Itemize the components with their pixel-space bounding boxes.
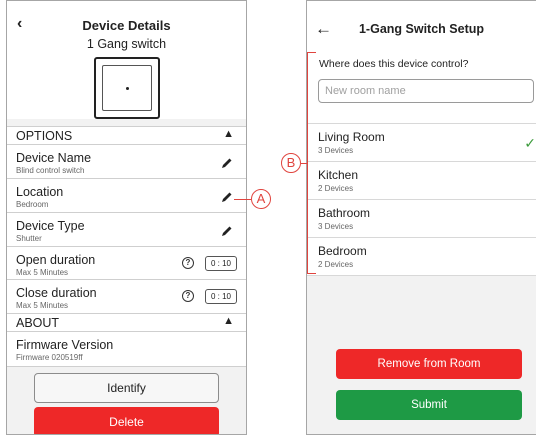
firmware-value: Firmware 020519ff [16, 353, 83, 362]
device-type-row[interactable]: Device Type Shutter [7, 212, 246, 246]
chevron-up-icon[interactable]: ▲ [223, 128, 234, 140]
location-value: Bedroom [16, 200, 49, 209]
room-name: Kitchen [318, 168, 359, 182]
new-room-name-input[interactable] [318, 79, 534, 103]
room-item-bedroom[interactable]: Bedroom 2 Devices [307, 237, 536, 276]
room-name: Bathroom [318, 206, 371, 220]
callout-b-marker: B [281, 153, 301, 173]
device-subtitle: 1 Gang switch [86, 37, 167, 51]
page-title: 1-Gang Switch Setup [358, 22, 484, 36]
room-device-count: 3 Devices [318, 222, 354, 231]
device-details-screen: ‹ Device Details 1 Gang switch OPTIONS ▲… [6, 0, 247, 435]
options-section-header[interactable]: OPTIONS ▲ [7, 126, 246, 144]
room-question: Where does this device control? [319, 58, 469, 70]
options-label: OPTIONS [16, 129, 73, 143]
room-item-kitchen[interactable]: Kitchen 2 Devices [307, 161, 536, 199]
firmware-row: Firmware Version Firmware 020519ff [7, 331, 246, 366]
callout-b-bracket [307, 52, 316, 274]
room-item-living-room[interactable]: Living Room 3 Devices ✓ [307, 123, 536, 161]
action-footer: Identify Delete [7, 366, 246, 434]
callout-a-marker: A [251, 189, 271, 209]
submit-button[interactable]: Submit [336, 390, 522, 420]
about-label: ABOUT [16, 316, 60, 330]
open-duration-label: Open duration [16, 253, 96, 267]
open-duration-row: Open duration Max 5 Minutes ? 0 : 10 [7, 246, 246, 279]
room-device-count: 3 Devices [318, 146, 354, 155]
page-title: Device Details [82, 18, 171, 33]
setup-header: ← 1-Gang Switch Setup Where does this de… [307, 1, 536, 123]
switch-illustration [94, 57, 160, 119]
remove-from-room-button[interactable]: Remove from Room [336, 349, 522, 379]
chevron-up-icon[interactable]: ▲ [223, 315, 234, 327]
close-duration-label: Close duration [16, 286, 97, 300]
device-type-value: Shutter [16, 234, 42, 243]
room-device-count: 2 Devices [318, 260, 354, 269]
firmware-label: Firmware Version [16, 338, 114, 352]
device-name-value: Blind control switch [16, 166, 85, 175]
checkmark-icon: ✓ [524, 135, 536, 151]
location-label: Location [16, 185, 64, 199]
question-circle-icon[interactable]: ? [182, 290, 194, 302]
delete-button[interactable]: Delete [34, 407, 219, 434]
close-duration-hint: Max 5 Minutes [16, 301, 69, 310]
device-type-label: Device Type [16, 219, 85, 233]
pencil-icon[interactable] [220, 224, 234, 238]
room-device-count: 2 Devices [318, 184, 354, 193]
device-name-label: Device Name [16, 151, 92, 165]
device-header: ‹ Device Details 1 Gang switch [7, 1, 246, 119]
room-name: Living Room [318, 130, 385, 144]
room-item-bathroom[interactable]: Bathroom 3 Devices [307, 199, 536, 237]
callout-a-leader [234, 199, 251, 200]
close-duration-input[interactable]: 0 : 10 [205, 289, 237, 304]
room-name: Bedroom [318, 244, 367, 258]
open-duration-hint: Max 5 Minutes [16, 268, 69, 277]
identify-button[interactable]: Identify [34, 373, 219, 403]
close-duration-row: Close duration Max 5 Minutes ? 0 : 10 [7, 279, 246, 313]
location-row[interactable]: Location Bedroom [7, 178, 246, 212]
open-duration-input[interactable]: 0 : 10 [205, 256, 237, 271]
switch-setup-screen: ← 1-Gang Switch Setup Where does this de… [306, 0, 536, 435]
switch-led-dot [126, 87, 129, 90]
pencil-icon[interactable] [220, 190, 234, 204]
question-circle-icon[interactable]: ? [182, 257, 194, 269]
callout-b-leader [301, 163, 307, 164]
switch-rocker [102, 65, 152, 111]
about-section-header[interactable]: ABOUT ▲ [7, 313, 246, 331]
pencil-icon[interactable] [220, 156, 234, 170]
device-name-row[interactable]: Device Name Blind control switch [7, 144, 246, 178]
